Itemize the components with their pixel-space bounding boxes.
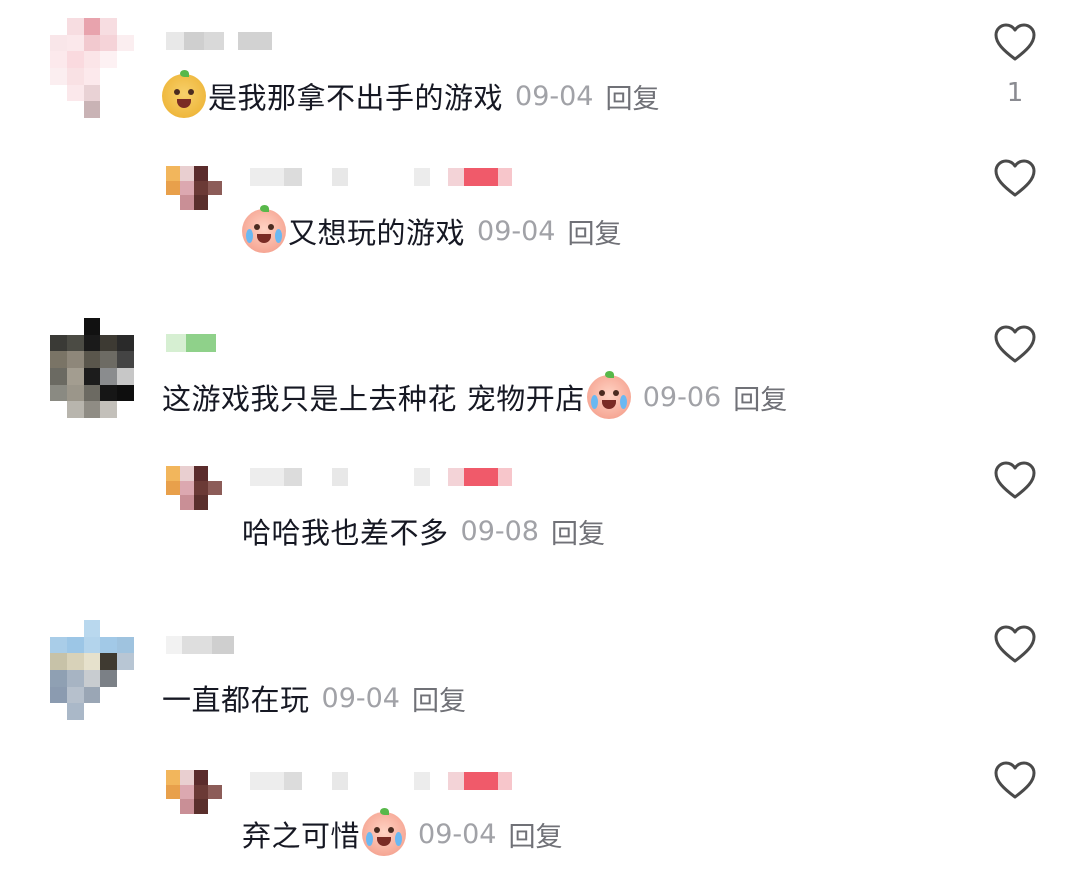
avatar[interactable] xyxy=(166,466,222,510)
heart-outline-icon xyxy=(994,159,1036,197)
comment-text-line: 一直都在玩 09-04 回复 xyxy=(162,676,466,720)
like-count: 1 xyxy=(1006,78,1024,108)
like-button[interactable] xyxy=(993,22,1037,62)
avatar[interactable] xyxy=(50,18,134,118)
comment-date: 09-06 xyxy=(642,381,722,413)
username-blurred[interactable] xyxy=(166,334,216,362)
comment-content: 是我那拿不出手的游戏 xyxy=(208,81,504,115)
crying-emoji-icon xyxy=(586,371,631,419)
heart-outline-icon xyxy=(994,325,1036,363)
like-button[interactable] xyxy=(993,460,1037,500)
comment-date: 09-04 xyxy=(321,682,400,714)
reply-button[interactable]: 回复 xyxy=(605,77,659,116)
reply-button[interactable]: 回复 xyxy=(551,512,605,551)
crying-emoji-icon xyxy=(362,808,407,856)
comment-date: 09-04 xyxy=(477,215,556,247)
avatar[interactable] xyxy=(50,318,134,418)
like-button[interactable] xyxy=(993,760,1037,800)
comment-date: 09-04 xyxy=(515,80,594,112)
like-button[interactable] xyxy=(993,624,1037,664)
comment-content: 哈哈我也差不多 xyxy=(242,516,449,550)
username-blurred[interactable] xyxy=(250,468,512,496)
reply-button[interactable]: 回复 xyxy=(567,212,621,251)
comment-text-line: 哈哈我也差不多 09-08 回复 xyxy=(242,509,605,553)
reply-button[interactable]: 回复 xyxy=(508,815,562,854)
like-button[interactable] xyxy=(993,158,1037,198)
avatar[interactable] xyxy=(166,166,222,210)
dog-emoji-icon xyxy=(162,70,206,118)
heart-outline-icon xyxy=(994,761,1036,799)
reply-button[interactable]: 回复 xyxy=(733,378,787,417)
comment-content: 又想玩的游戏 xyxy=(288,216,466,250)
username-blurred[interactable] xyxy=(250,772,512,800)
comment-content: 一直都在玩 xyxy=(162,683,310,717)
username-blurred[interactable] xyxy=(166,636,234,664)
comment-date: 09-08 xyxy=(460,515,539,547)
heart-outline-icon xyxy=(994,23,1036,61)
comment-content: 弃之可惜 xyxy=(242,819,361,853)
comment-text-line: 又想玩的游戏 09-04 回复 xyxy=(242,205,621,253)
comment-date: 09-04 xyxy=(418,818,497,850)
avatar[interactable] xyxy=(50,620,134,720)
comment-content: 这游戏我只是上去种花 宠物开店 xyxy=(162,382,585,416)
avatar[interactable] xyxy=(166,770,222,814)
heart-outline-icon xyxy=(994,625,1036,663)
comment-text-line: 这游戏我只是上去种花 宠物开店 09-06 回复 xyxy=(162,371,787,419)
username-blurred[interactable] xyxy=(250,168,512,196)
username-blurred[interactable] xyxy=(166,32,272,60)
comment-text-line: 弃之可惜 09-04 回复 xyxy=(242,808,562,856)
heart-outline-icon xyxy=(994,461,1036,499)
crying-emoji-icon xyxy=(242,205,286,253)
comment-text-line: 是我那拿不出手的游戏 09-04 回复 xyxy=(162,70,659,118)
reply-button[interactable]: 回复 xyxy=(412,679,466,718)
like-button[interactable] xyxy=(993,324,1037,364)
